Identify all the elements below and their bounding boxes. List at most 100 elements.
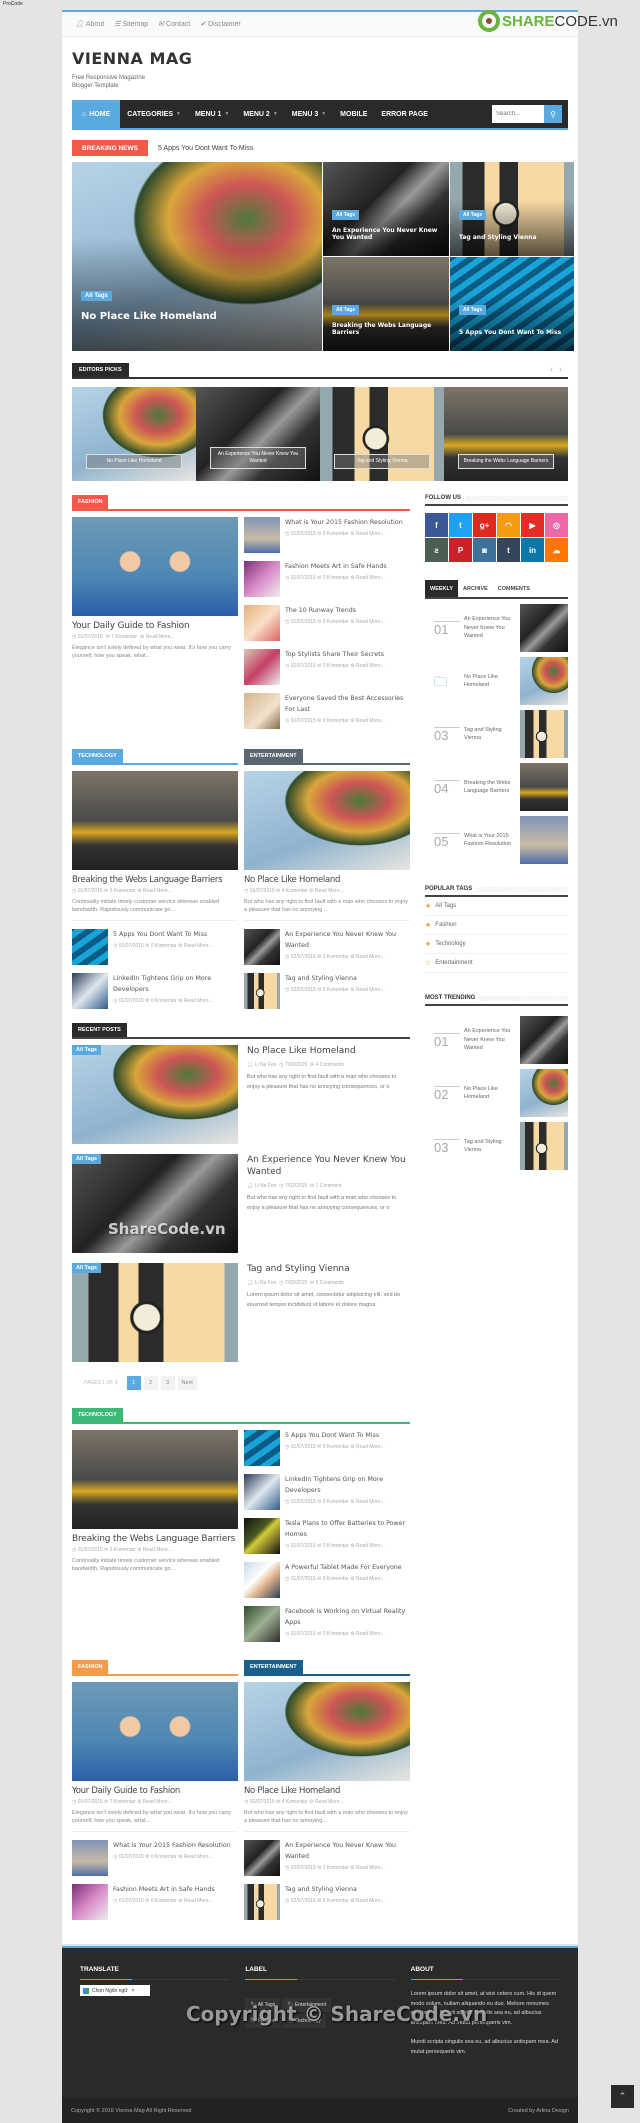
tag-item[interactable]: ☆ Entertainment [425, 954, 568, 973]
featured-post[interactable]: All Tags Tag and Styling Vienna [450, 162, 574, 256]
post-author[interactable]: Li Na Fen [255, 1280, 277, 1286]
post-thumbnail[interactable] [72, 973, 108, 1009]
rank-thumbnail[interactable] [520, 1069, 568, 1117]
featured-post[interactable]: All Tags An Experience You Never Knew You… [323, 162, 449, 256]
tab-archive[interactable]: ARCHIVE [458, 580, 493, 597]
youtube-icon[interactable]: ▶ [521, 513, 544, 537]
post-title[interactable]: No Place Like Homeland [81, 311, 217, 323]
post-title[interactable]: 5 Apps You Dont Want To Miss [113, 929, 213, 940]
post-comments[interactable]: 0 Komentar [323, 1499, 349, 1505]
post-title[interactable]: Breaking the Webs Language Barriers [72, 1534, 238, 1544]
featured-post[interactable]: All Tags 5 Apps You Dont Want To Miss [450, 257, 574, 351]
post-thumbnail[interactable]: All Tags [72, 1154, 238, 1253]
post-thumbnail[interactable] [244, 649, 280, 685]
post-title[interactable]: LinkedIn Tightens Grip on More Developer… [285, 1474, 410, 1496]
google-plus-icon[interactable]: g+ [473, 513, 496, 537]
nav-menu-2[interactable]: MENU 2 ▼ [236, 100, 284, 128]
pick-item[interactable]: Breaking the Webs Language Barriers [444, 387, 568, 481]
post-comments[interactable]: 6 Komentar [110, 888, 136, 894]
tab-comments[interactable]: COMMENTS [493, 580, 535, 597]
post-thumbnail[interactable] [244, 1606, 280, 1642]
post-title[interactable]: An Experience You Never Knew You Wanted [285, 1840, 410, 1862]
post-tag[interactable]: All Tags [459, 210, 487, 220]
rank-thumbnail[interactable] [520, 1122, 568, 1170]
post-thumbnail[interactable] [72, 1884, 108, 1920]
post-comments[interactable]: 4 Comments [316, 1062, 344, 1068]
featured-post[interactable]: All Tags Breaking the Webs Language Barri… [323, 257, 449, 351]
post-comments[interactable]: 0 Komentar [323, 1576, 349, 1582]
rank-title[interactable]: An Experience You Never Knew You Wanted [464, 615, 520, 641]
tag-item[interactable]: ★ All Tags [425, 897, 568, 916]
post-thumbnail[interactable] [244, 1474, 280, 1510]
credit-link[interactable]: Created by Arlina Design [508, 2108, 569, 2114]
post-thumbnail[interactable] [244, 973, 280, 1009]
post-comments[interactable]: 0 Komentar [323, 663, 349, 669]
post-comments[interactable]: 4 Komentar [282, 1799, 308, 1805]
post-title[interactable]: Facebook is Working on Virtual Reality A… [285, 1606, 410, 1628]
post-thumbnail[interactable] [72, 929, 108, 965]
topbar-link-disclaimer[interactable]: ✔ Disclaimer [200, 20, 241, 29]
post-title[interactable]: Fashion Meets Art in Safe Hands [285, 561, 387, 572]
twitter-icon[interactable]: t [449, 513, 472, 537]
chevron-left-icon[interactable]: ‹ [550, 364, 559, 374]
read-more-link[interactable]: Read More... [356, 1444, 385, 1450]
post-comments[interactable]: 7 Komentar [111, 634, 137, 640]
read-more-link[interactable]: Read More... [356, 987, 385, 993]
post-thumbnail[interactable] [244, 1840, 280, 1876]
post-comments[interactable]: 0 Komentar [151, 1898, 177, 1904]
read-more-link[interactable]: Read More... [356, 1631, 385, 1637]
rank-thumbnail[interactable] [520, 657, 568, 705]
topbar-link-contact[interactable]: ✉ Contact [158, 20, 190, 29]
read-more-link[interactable]: Read More... [356, 1576, 385, 1582]
read-more-link[interactable]: Read More... [315, 1799, 344, 1805]
pick-item[interactable]: An Experience You Never Knew You Wanted [196, 387, 320, 481]
next-page-button[interactable]: Next [177, 1376, 197, 1390]
topbar-link-about[interactable]: 👤︎ About [75, 20, 104, 29]
pick-item[interactable]: No Place Like Homeland [72, 387, 196, 481]
post-comments[interactable]: 0 Komentar [151, 943, 177, 949]
post-comments[interactable]: 0 Komentar [323, 1444, 349, 1450]
section-label[interactable]: FASHION [72, 495, 109, 509]
pick-item[interactable]: Tag and Styling Vienna [320, 387, 444, 481]
post-title[interactable]: Top Stylists Share Their Secrets [285, 649, 385, 660]
deviantart-icon[interactable]: ƨ [425, 538, 448, 562]
section-label[interactable]: TECHNOLOGY [72, 1408, 123, 1422]
language-select[interactable]: Chọn Ngôn ngữ ▼ [80, 1985, 150, 1996]
post-title[interactable]: An Experience You Never Knew You Wanted [285, 929, 410, 951]
post-thumbnail[interactable] [244, 693, 280, 729]
post-comments[interactable]: 0 Komentar [323, 619, 349, 625]
post-title[interactable]: An Experience You Never Knew You Wanted [247, 1154, 410, 1178]
site-title[interactable]: VIENNA MAG [72, 49, 568, 68]
post-title[interactable]: Tag and Styling Vienna [285, 973, 385, 984]
post-tag[interactable]: All Tags [332, 210, 360, 220]
rank-thumbnail[interactable] [520, 763, 568, 811]
read-more-link[interactable]: Read More... [356, 1543, 385, 1549]
post-title[interactable]: Fashion Meets Art in Safe Hands [113, 1884, 215, 1895]
read-more-link[interactable]: Read More... [356, 1865, 385, 1871]
post-title[interactable]: No Place Like Homeland [244, 875, 410, 885]
section-label[interactable]: ENTERTAINMENT [244, 1660, 303, 1674]
post-tag[interactable]: All Tags [459, 305, 487, 315]
post-thumbnail[interactable] [244, 771, 410, 870]
pinterest-icon[interactable]: P [449, 538, 472, 562]
breaking-news-link[interactable]: 5 Apps You Dont Want To Miss [158, 145, 253, 152]
read-more-link[interactable]: Read More... [356, 575, 385, 581]
rank-title[interactable]: No Place Like Homeland [464, 673, 520, 690]
post-comments[interactable]: 0 Komentar [323, 1631, 349, 1637]
search-button[interactable]: ⚲ [544, 105, 562, 123]
post-thumbnail[interactable] [72, 517, 238, 616]
read-more-link[interactable]: Read More... [356, 663, 385, 669]
post-title[interactable]: Tag and Styling Vienna [247, 1263, 407, 1275]
post-comments[interactable]: 0 Komentar [323, 718, 349, 724]
rank-title[interactable]: Tag and Styling Vienna [464, 1138, 520, 1155]
nav-home[interactable]: ⌂ HOME [72, 100, 121, 128]
nav-menu-1[interactable]: MENU 1 ▼ [188, 100, 236, 128]
tumblr-icon[interactable]: t [497, 538, 520, 562]
post-comments[interactable]: 4 Komentar [282, 888, 308, 894]
search-input[interactable] [492, 105, 544, 123]
post-comments[interactable]: 1 Comment [316, 1183, 342, 1189]
post-title[interactable]: What is Your 2015 Fashion Resolution [113, 1840, 231, 1851]
post-thumbnail[interactable] [72, 771, 238, 870]
post-thumbnail[interactable] [244, 561, 280, 597]
read-more-link[interactable]: Read More... [356, 954, 385, 960]
